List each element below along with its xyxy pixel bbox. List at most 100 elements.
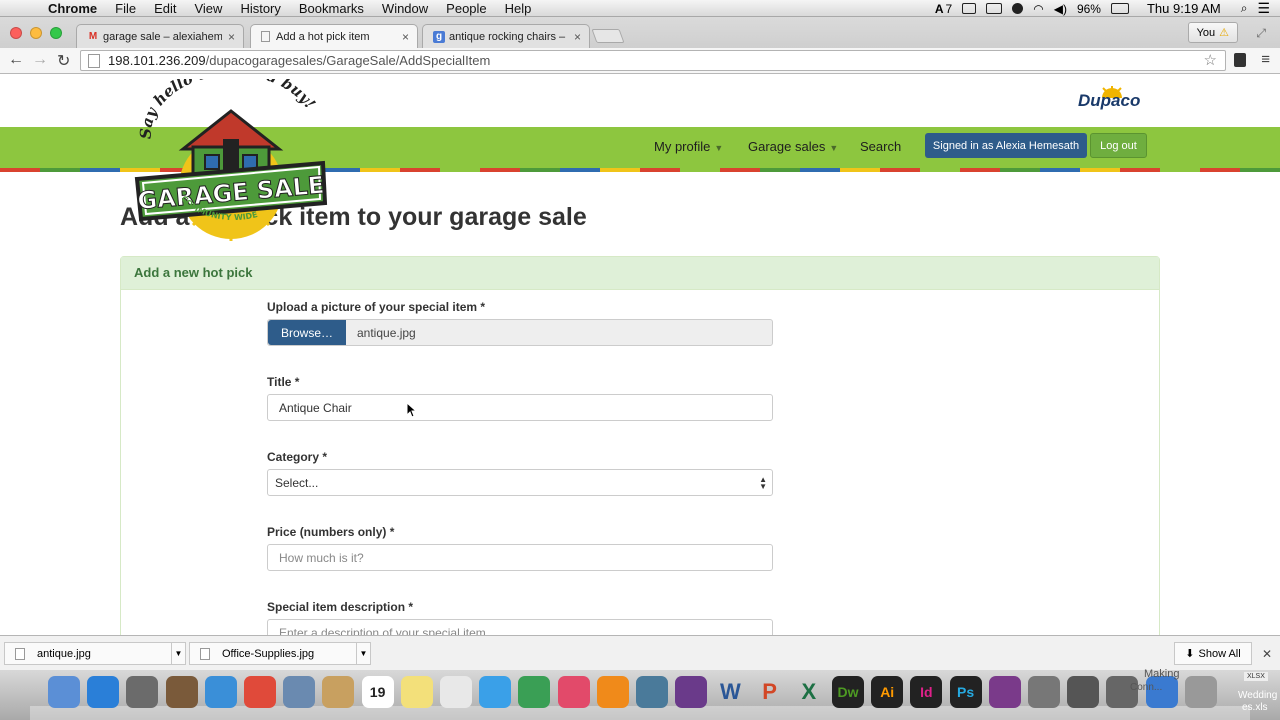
chrome-menu-icon[interactable]: ≡ bbox=[1261, 51, 1270, 68]
download-item[interactable]: antique.jpg ▼ bbox=[4, 642, 186, 665]
trash-icon[interactable] bbox=[1184, 676, 1217, 708]
download-menu-icon[interactable]: ▼ bbox=[171, 643, 185, 664]
menu-bookmarks[interactable]: Bookmarks bbox=[299, 1, 364, 16]
powerpoint-icon[interactable]: P bbox=[754, 676, 786, 708]
address-bar[interactable]: 198.101.236.209/dupacogaragesales/Garage… bbox=[80, 50, 1226, 71]
google-icon: g bbox=[433, 30, 445, 43]
contacts-icon[interactable] bbox=[322, 676, 355, 708]
notes-icon[interactable] bbox=[400, 676, 433, 708]
download-menu-icon[interactable]: ▼ bbox=[356, 643, 370, 664]
finalcut-icon[interactable] bbox=[988, 676, 1021, 708]
logout-button[interactable]: Log out bbox=[1090, 133, 1147, 158]
clock[interactable]: Thu 9:19 AM bbox=[1147, 1, 1221, 16]
nav-garage-sales[interactable]: Garage sales ▼ bbox=[748, 139, 838, 154]
word-icon[interactable]: W bbox=[714, 676, 746, 708]
download-arrow-icon: ⬇ bbox=[1185, 648, 1195, 660]
file-name: antique.jpg bbox=[357, 325, 416, 340]
new-tab-button[interactable] bbox=[591, 29, 625, 43]
illustrator-icon[interactable]: Ai bbox=[871, 676, 904, 708]
downloads-bar: antique.jpg ▼ Office-Supplies.jpg ▼ ⬇ Sh… bbox=[0, 635, 1280, 670]
menu-history[interactable]: History bbox=[240, 1, 280, 16]
excel-icon[interactable]: X bbox=[793, 676, 825, 708]
menu-window[interactable]: Window bbox=[382, 1, 428, 16]
iphoto-icon[interactable] bbox=[636, 676, 668, 708]
photo-booth-icon[interactable] bbox=[165, 676, 198, 708]
tab-google[interactable]: g antique rocking chairs – G × bbox=[422, 24, 590, 48]
download-item[interactable]: Office-Supplies.jpg ▼ bbox=[189, 642, 371, 665]
finder-icon[interactable] bbox=[48, 676, 80, 708]
bookmark-star-icon[interactable]: ☆ bbox=[1204, 51, 1217, 69]
back-icon[interactable]: ← bbox=[8, 51, 24, 69]
tab-add-hot-pick[interactable]: Add a hot pick item × bbox=[250, 24, 418, 48]
download-name: Office-Supplies.jpg bbox=[222, 647, 315, 660]
imovie-icon[interactable] bbox=[675, 676, 708, 708]
signed-in-button[interactable]: Signed in as Alexia Hemesath bbox=[925, 133, 1087, 158]
extension-icon[interactable] bbox=[1234, 53, 1246, 67]
camera-icon[interactable] bbox=[986, 3, 1003, 14]
nav-search[interactable]: Search bbox=[860, 139, 901, 154]
page-info-icon[interactable] bbox=[88, 53, 100, 68]
show-all-label: Show All bbox=[1198, 647, 1241, 660]
facetime-icon[interactable] bbox=[518, 676, 551, 708]
tab-label: Add a hot pick item bbox=[276, 30, 370, 43]
chrome-icon[interactable] bbox=[244, 676, 276, 708]
menu-people[interactable]: People bbox=[446, 1, 486, 16]
price-input[interactable]: How much is it? bbox=[267, 544, 773, 571]
adobe-status-icon[interactable]: A7 bbox=[935, 2, 952, 16]
category-select[interactable]: Select... ▲ ▼ bbox=[267, 469, 773, 496]
forward-icon[interactable]: → bbox=[32, 51, 48, 69]
volume-icon[interactable]: ◀) bbox=[1054, 2, 1067, 16]
tab-close-icon[interactable]: × bbox=[402, 30, 409, 44]
browser-toolbar: ← → ↻ 198.101.236.209/dupacogaragesales/… bbox=[0, 48, 1280, 74]
itunes-icon[interactable] bbox=[557, 676, 590, 708]
show-all-downloads-button[interactable]: ⬇ Show All bbox=[1174, 642, 1252, 665]
apple-menu-icon[interactable] bbox=[18, 1, 34, 15]
spotlight-icon[interactable]: ⌕ bbox=[1241, 1, 1248, 16]
description-input[interactable]: Enter a description of your special item bbox=[267, 619, 773, 635]
dreamweaver-icon[interactable]: Dw bbox=[832, 676, 864, 708]
ibooks-icon[interactable] bbox=[596, 676, 629, 708]
preview-icon[interactable] bbox=[283, 676, 316, 708]
close-downloads-icon[interactable]: ✕ bbox=[1262, 647, 1272, 661]
nav-my-profile[interactable]: My profile ▼ bbox=[654, 139, 723, 154]
menu-chrome[interactable]: Chrome bbox=[48, 1, 97, 16]
rocket-icon[interactable] bbox=[126, 676, 159, 708]
fullscreen-icon[interactable]: ⤢ bbox=[1256, 26, 1266, 41]
notifications-icon[interactable]: ☰ bbox=[1257, 0, 1270, 17]
menu-file[interactable]: File bbox=[115, 1, 136, 16]
tab-close-icon[interactable]: × bbox=[228, 30, 235, 44]
menu-help[interactable]: Help bbox=[505, 1, 532, 16]
battery-icon[interactable] bbox=[1110, 3, 1129, 14]
zoom-window-icon[interactable] bbox=[50, 27, 62, 39]
safari-icon[interactable] bbox=[204, 676, 237, 708]
mac-menubar: Chrome File Edit View History Bookmarks … bbox=[0, 0, 1280, 17]
nav-label: Garage sales bbox=[748, 139, 826, 154]
menu-view[interactable]: View bbox=[194, 1, 222, 16]
photoshop-icon[interactable]: Ps bbox=[949, 676, 982, 708]
url-host: 198.101.236.209 bbox=[108, 53, 206, 68]
dupaco-logo[interactable]: Dupaco bbox=[1078, 91, 1140, 111]
battery-text[interactable]: 96% bbox=[1077, 2, 1101, 16]
display-icon[interactable] bbox=[1067, 676, 1100, 708]
tab-close-icon[interactable]: × bbox=[574, 30, 581, 44]
calendar-icon[interactable]: 19 bbox=[361, 676, 394, 708]
system-prefs-icon[interactable] bbox=[1028, 676, 1060, 708]
reminders-icon[interactable] bbox=[440, 676, 472, 708]
menu-edit[interactable]: Edit bbox=[154, 1, 176, 16]
file-upload-field[interactable]: Browse… antique.jpg bbox=[267, 319, 773, 346]
browse-button[interactable]: Browse… bbox=[268, 320, 346, 345]
record-icon[interactable] bbox=[1012, 3, 1024, 14]
display-icon[interactable] bbox=[962, 3, 977, 14]
tab-gmail[interactable]: M garage sale – alexiahemes × bbox=[76, 24, 244, 48]
indesign-icon[interactable]: Id bbox=[910, 676, 943, 708]
close-window-icon[interactable] bbox=[10, 27, 22, 39]
warning-icon: ⚠ bbox=[1219, 27, 1229, 39]
messages-icon[interactable] bbox=[479, 676, 512, 708]
reload-icon[interactable]: ↻ bbox=[57, 51, 70, 71]
app-store-icon[interactable] bbox=[87, 676, 120, 708]
garage-sale-logo[interactable]: GARAGE SALE Say hello to a good buy! COM… bbox=[133, 79, 329, 241]
profile-button[interactable]: You ⚠ bbox=[1187, 22, 1238, 43]
wifi-icon[interactable]: ◠ bbox=[1033, 2, 1043, 16]
minimize-window-icon[interactable] bbox=[30, 27, 42, 39]
title-input[interactable]: Antique Chair bbox=[267, 394, 773, 421]
